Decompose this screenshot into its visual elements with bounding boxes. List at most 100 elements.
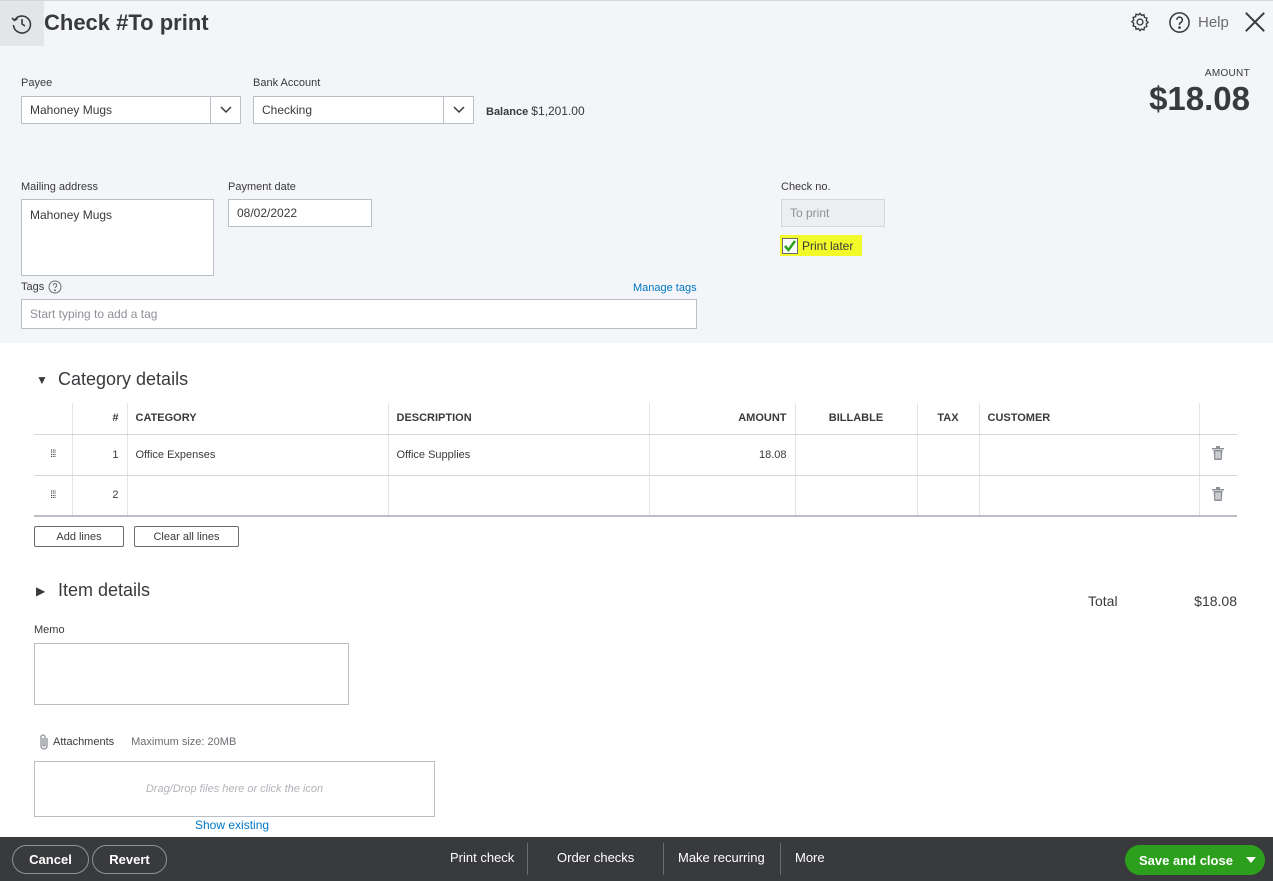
- page-title: Check #To print: [44, 10, 209, 35]
- col-description: DESCRIPTION: [388, 403, 650, 435]
- recent-transactions-button[interactable]: [0, 1, 44, 46]
- attachments-label: Attachments: [53, 736, 115, 748]
- footer-divider: [780, 843, 781, 875]
- tags-placeholder: Start typing to add a tag: [30, 307, 158, 321]
- close-button[interactable]: [1243, 10, 1267, 34]
- cell-tax[interactable]: [917, 475, 980, 517]
- check-no-label: Check no.: [781, 181, 831, 193]
- col-drag: [34, 403, 73, 435]
- payee-dropdown[interactable]: [210, 97, 240, 123]
- cell-billable[interactable]: [795, 475, 918, 517]
- delete-row-button[interactable]: [1199, 475, 1237, 517]
- cell-description[interactable]: [388, 475, 650, 517]
- col-delete: [1199, 403, 1237, 435]
- cell-number: 1: [72, 434, 128, 476]
- col-tax: TAX: [917, 403, 980, 435]
- col-customer: CUSTOMER: [979, 403, 1200, 435]
- settings-gear-button[interactable]: [1128, 10, 1152, 34]
- order-checks-button[interactable]: Order checks: [557, 850, 634, 865]
- table-row[interactable]: ⁞⁞⁞ 1 Office Expenses Office Supplies 18…: [34, 434, 1237, 476]
- bank-account-dropdown[interactable]: [443, 97, 473, 123]
- attachment-drop-zone[interactable]: Drag/Drop files here or click the icon: [34, 761, 435, 817]
- tags-label: Tags: [21, 281, 45, 293]
- help-button[interactable]: [1167, 10, 1191, 34]
- cell-amount[interactable]: [649, 475, 796, 517]
- mailing-address-textarea[interactable]: Mahoney Mugs: [21, 199, 214, 276]
- cell-customer[interactable]: [979, 434, 1200, 476]
- table-row[interactable]: ⁞⁞⁞ 2: [34, 475, 1237, 517]
- footer-divider: [527, 843, 528, 875]
- mailing-address-value: Mahoney Mugs: [30, 208, 113, 222]
- cell-amount[interactable]: 18.08: [649, 434, 796, 476]
- help-label[interactable]: Help: [1198, 14, 1229, 31]
- save-and-close-label[interactable]: Save and close: [1125, 853, 1237, 868]
- drag-handle-icon[interactable]: ⁞⁞⁞: [34, 434, 73, 476]
- print-later-checkbox[interactable]: Print later: [780, 235, 862, 256]
- check-no-value: To print: [790, 206, 830, 220]
- attachments-max-size: Maximum size: 20MB: [131, 736, 237, 748]
- save-and-close-button[interactable]: Save and close: [1125, 845, 1265, 875]
- cell-tax[interactable]: [917, 434, 980, 476]
- payee-value: Mahoney Mugs: [30, 103, 113, 117]
- triangle-right-icon: ▶: [36, 583, 46, 598]
- item-details-toggle[interactable]: ▶ Item details: [36, 580, 150, 601]
- payment-date-input[interactable]: 08/02/2022: [228, 199, 372, 227]
- help-question-icon: [1168, 11, 1190, 33]
- tags-input[interactable]: Start typing to add a tag: [21, 299, 697, 329]
- col-category: CATEGORY: [127, 403, 389, 435]
- bank-account-select[interactable]: Checking: [253, 96, 474, 124]
- caret-down-icon: [1246, 857, 1256, 863]
- add-lines-button[interactable]: Add lines: [34, 526, 124, 547]
- show-existing-link[interactable]: Show existing: [195, 818, 269, 832]
- amount-label: AMOUNT: [1204, 68, 1250, 79]
- table-header-row: # CATEGORY DESCRIPTION AMOUNT BILLABLE T…: [34, 403, 1237, 435]
- attachments-header: Attachments Maximum size: 20MB: [38, 733, 236, 751]
- save-options-dropdown[interactable]: [1237, 845, 1265, 875]
- close-icon: [1245, 12, 1265, 32]
- tags-info-icon[interactable]: [48, 280, 62, 294]
- payment-date-label: Payment date: [228, 181, 296, 193]
- cancel-button[interactable]: Cancel: [12, 845, 89, 874]
- check-no-input: To print: [781, 199, 885, 227]
- cell-number: 2: [72, 475, 128, 517]
- col-amount: AMOUNT: [649, 403, 796, 435]
- cell-billable[interactable]: [795, 434, 918, 476]
- memo-textarea[interactable]: [34, 643, 349, 705]
- total-label: Total: [1088, 593, 1118, 609]
- triangle-down-icon: ▼: [36, 372, 48, 387]
- amount-value: $18.08: [1149, 80, 1250, 117]
- mailing-address-label: Mailing address: [21, 181, 99, 193]
- history-clock-icon: [11, 14, 32, 34]
- clear-all-lines-button[interactable]: Clear all lines: [134, 526, 239, 547]
- bank-account-label: Bank Account: [253, 77, 321, 89]
- make-recurring-button[interactable]: Make recurring: [678, 850, 765, 865]
- payee-select[interactable]: Mahoney Mugs: [21, 96, 241, 124]
- print-check-button[interactable]: Print check: [450, 850, 514, 865]
- delete-row-button[interactable]: [1199, 434, 1237, 476]
- paperclip-icon[interactable]: [38, 733, 50, 751]
- footer-divider: [663, 843, 664, 875]
- revert-button[interactable]: Revert: [92, 845, 167, 874]
- trash-icon: [1212, 486, 1225, 501]
- drop-zone-text: Drag/Drop files here or click the icon: [145, 783, 324, 795]
- category-details-table: # CATEGORY DESCRIPTION AMOUNT BILLABLE T…: [34, 403, 1237, 517]
- balance-value: $1,201.00: [531, 104, 585, 118]
- gear-icon: [1130, 12, 1150, 32]
- item-details-title: Item details: [58, 580, 151, 600]
- bank-account-value: Checking: [262, 103, 313, 117]
- payee-label: Payee: [21, 77, 53, 89]
- checkmark-icon: [784, 239, 797, 252]
- print-later-checkbox-box[interactable]: [782, 237, 798, 254]
- more-button[interactable]: More: [795, 850, 825, 865]
- trash-icon: [1212, 446, 1225, 460]
- cell-description[interactable]: Office Supplies: [388, 434, 650, 476]
- manage-tags-link[interactable]: Manage tags: [633, 282, 697, 294]
- category-details-toggle[interactable]: ▼ Category details: [36, 369, 188, 390]
- cell-customer[interactable]: [979, 475, 1200, 517]
- memo-label: Memo: [34, 624, 65, 636]
- cell-category[interactable]: Office Expenses: [127, 434, 389, 476]
- balance-label: Balance: [486, 106, 529, 118]
- cell-category[interactable]: [127, 475, 389, 517]
- footer-bar: Cancel Revert Print check Order checks M…: [0, 837, 1273, 881]
- drag-handle-icon[interactable]: ⁞⁞⁞: [34, 475, 73, 517]
